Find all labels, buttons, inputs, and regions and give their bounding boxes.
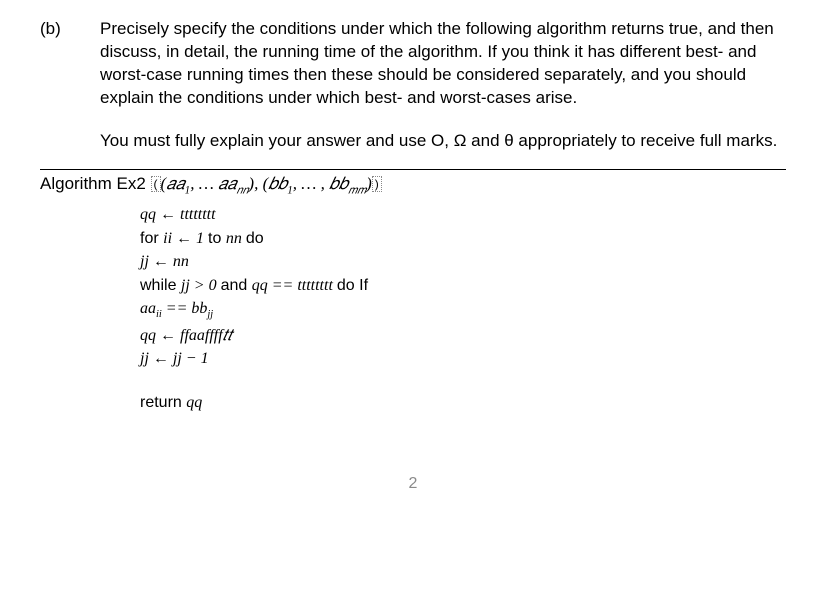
code-line-7: jj ← jj − 1 bbox=[140, 348, 786, 370]
format-marker-icon: ) bbox=[372, 176, 382, 192]
var-ii: ii bbox=[163, 230, 172, 247]
kw-if: If bbox=[359, 277, 368, 294]
algorithm-title: Algorithm Ex2 ((𝑎𝑎1, … 𝑎𝑎𝑛𝑛), (𝑏𝑏1, … , … bbox=[40, 173, 786, 198]
var-bb: bb bbox=[191, 300, 207, 317]
var-nn: nn bbox=[226, 230, 246, 247]
cond-1: jj > 0 bbox=[181, 277, 221, 294]
algorithm-args: (𝑎𝑎1, … 𝑎𝑎𝑛𝑛), (𝑏𝑏1, … , 𝑏𝑏𝑚𝑚) bbox=[161, 174, 372, 193]
kw-and: and bbox=[221, 277, 252, 294]
separator bbox=[40, 169, 786, 170]
kw-return: return bbox=[140, 394, 186, 411]
code-line-3: jj ← nn bbox=[140, 251, 786, 273]
code-line-8: return qq bbox=[140, 392, 786, 414]
code-line-5: aaii == bbjj bbox=[140, 298, 786, 322]
arg-sep: ), (𝑏𝑏 bbox=[248, 174, 287, 193]
code-line-1: qq ← tttttttt bbox=[140, 204, 786, 226]
algorithm-code: qq ← tttttttt for ii ← 1 to nn do jj ← n… bbox=[140, 204, 786, 413]
code-line-6: qq ← ffaaffff𝑡𝑡 bbox=[140, 325, 786, 347]
cond-2: qq == tttttttt bbox=[252, 277, 337, 294]
question-paragraph-2: You must fully explain your answer and u… bbox=[100, 130, 786, 153]
arg-a-subn: 𝑛𝑛 bbox=[237, 184, 249, 196]
sub-jj: jj bbox=[207, 310, 213, 321]
arg-a: (𝑎𝑎 bbox=[161, 174, 185, 193]
page-content: (b) Precisely specify the conditions und… bbox=[0, 0, 816, 495]
kw-while: while bbox=[140, 277, 181, 294]
var-aa: aa bbox=[140, 300, 156, 317]
arg-b-subm: 𝑚𝑚 bbox=[348, 184, 366, 196]
question-body: Precisely specify the conditions under w… bbox=[100, 18, 786, 153]
code-line-2: for ii ← 1 to nn do bbox=[140, 228, 786, 250]
question-label: (b) bbox=[40, 18, 100, 41]
arg-b-mid: , … , 𝑏𝑏 bbox=[293, 174, 348, 193]
kw-for: for bbox=[140, 230, 163, 247]
arg-a-mid: , … 𝑎𝑎 bbox=[190, 174, 236, 193]
arrow-1: ← 1 bbox=[172, 230, 208, 247]
var-qq: qq bbox=[186, 394, 202, 411]
question-block: (b) Precisely specify the conditions und… bbox=[40, 18, 786, 153]
format-marker-icon: ( bbox=[151, 176, 161, 192]
kw-do-2: do bbox=[337, 277, 359, 294]
code-line-4: while jj > 0 and qq == tttttttt do If bbox=[140, 275, 786, 297]
kw-do: do bbox=[246, 230, 264, 247]
algorithm-title-prefix: Algorithm Ex2 bbox=[40, 174, 151, 193]
page-number: 2 bbox=[40, 473, 786, 495]
question-paragraph-1: Precisely specify the conditions under w… bbox=[100, 18, 786, 110]
op-eq: == bbox=[162, 300, 192, 317]
kw-to: to bbox=[208, 230, 226, 247]
